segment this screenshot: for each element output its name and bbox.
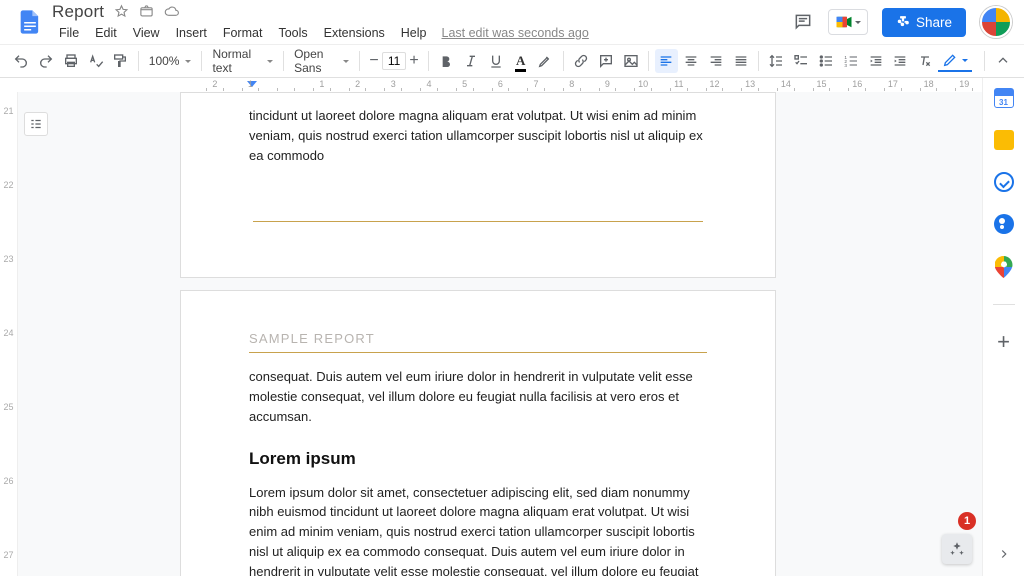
menu-help[interactable]: Help (394, 23, 434, 43)
share-label: Share (916, 15, 952, 30)
explore-icon[interactable] (942, 534, 972, 564)
explore-fab[interactable]: 1 (942, 512, 972, 564)
undo-icon[interactable] (10, 49, 33, 73)
menu-file[interactable]: File (52, 23, 86, 43)
align-justify-icon[interactable] (729, 49, 752, 73)
notification-badge: 1 (958, 512, 976, 530)
toolbar: 100% Normal text Open Sans − 11 + A 123 (0, 44, 1024, 78)
numbered-list-icon[interactable]: 123 (839, 49, 862, 73)
chevron-down-icon (267, 60, 273, 63)
bold-icon[interactable] (435, 49, 458, 73)
menu-edit[interactable]: Edit (88, 23, 124, 43)
chevron-down-icon (962, 59, 968, 62)
bulleted-list-icon[interactable] (815, 49, 838, 73)
chevron-down-icon (855, 21, 861, 24)
page-2[interactable]: SAMPLE REPORT consequat. Duis autem vel … (180, 290, 776, 576)
side-panel: + (982, 78, 1024, 576)
page-header[interactable]: SAMPLE REPORT (249, 331, 707, 346)
body-text[interactable]: tincidunt ut laoreet dolore magna aliqua… (249, 106, 707, 165)
outline-toggle-icon[interactable] (24, 112, 48, 136)
italic-icon[interactable] (460, 49, 483, 73)
align-left-icon[interactable] (655, 49, 678, 73)
chevron-down-icon (185, 60, 191, 63)
clear-format-icon[interactable] (914, 49, 937, 73)
menu-insert[interactable]: Insert (169, 23, 214, 43)
header-bar: Report File Edit View Insert Format Tool… (0, 0, 1024, 44)
insert-image-icon[interactable] (619, 49, 642, 73)
fontsize-value[interactable]: 11 (382, 52, 406, 70)
last-edit-link[interactable]: Last edit was seconds ago (442, 26, 589, 40)
zoom-select[interactable]: 100% (145, 51, 196, 71)
text-color-icon[interactable]: A (509, 49, 532, 73)
maps-icon[interactable] (995, 256, 1013, 278)
spellcheck-icon[interactable] (84, 49, 107, 73)
vertical-ruler[interactable]: 21222324252627 (0, 92, 18, 576)
doc-title[interactable]: Report (52, 2, 104, 22)
body-text[interactable]: consequat. Duis autem vel eum iriure dol… (249, 367, 707, 426)
underline-icon[interactable] (485, 49, 508, 73)
line-spacing-icon[interactable] (765, 49, 788, 73)
editing-mode-button[interactable] (938, 50, 972, 72)
move-icon[interactable] (139, 4, 154, 19)
collapse-toolbar-icon[interactable] (991, 49, 1014, 73)
menu-bar: File Edit View Insert Format Tools Exten… (52, 23, 589, 43)
align-center-icon[interactable] (680, 49, 703, 73)
fontsize-stepper[interactable]: − 11 + (366, 52, 422, 70)
document-workspace: 21222324252627 tincidunt ut laoreet dolo… (0, 92, 982, 576)
checklist-icon[interactable] (790, 49, 813, 73)
menu-view[interactable]: View (126, 23, 167, 43)
align-right-icon[interactable] (705, 49, 728, 73)
share-button[interactable]: Share (882, 8, 966, 37)
meet-button[interactable] (828, 9, 868, 35)
indent-decrease-icon[interactable] (864, 49, 887, 73)
calendar-icon[interactable] (994, 88, 1014, 108)
font-select[interactable]: Open Sans (290, 44, 353, 78)
docs-logo[interactable] (12, 4, 48, 40)
print-icon[interactable] (60, 49, 83, 73)
link-icon[interactable] (570, 49, 593, 73)
highlight-icon[interactable] (534, 49, 557, 73)
menu-format[interactable]: Format (216, 23, 270, 43)
page-1[interactable]: tincidunt ut laoreet dolore magna aliqua… (180, 92, 776, 278)
tasks-icon[interactable] (994, 172, 1014, 192)
paint-format-icon[interactable] (109, 49, 132, 73)
plus-icon[interactable]: + (406, 52, 422, 70)
menu-tools[interactable]: Tools (271, 23, 314, 43)
divider (993, 304, 1015, 305)
svg-text:3: 3 (844, 63, 847, 68)
cloud-status-icon[interactable] (164, 4, 179, 19)
add-comment-icon[interactable] (595, 49, 618, 73)
divider-line (249, 352, 707, 353)
redo-icon[interactable] (35, 49, 58, 73)
divider-line (253, 221, 703, 222)
keep-icon[interactable] (994, 130, 1014, 150)
star-icon[interactable] (114, 4, 129, 19)
comments-icon[interactable] (792, 11, 814, 33)
body-text[interactable]: Lorem ipsum dolor sit amet, consectetuer… (249, 483, 707, 576)
indent-increase-icon[interactable] (889, 49, 912, 73)
heading[interactable]: Lorem ipsum (249, 449, 707, 469)
avatar[interactable] (980, 6, 1012, 38)
chevron-down-icon (343, 60, 349, 63)
hide-sidepanel-icon[interactable] (997, 547, 1011, 566)
add-addon-icon[interactable]: + (997, 331, 1010, 353)
horizontal-ruler[interactable]: 2112345678910111213141516171819 (42, 78, 982, 92)
minus-icon[interactable]: − (366, 52, 382, 70)
menu-extensions[interactable]: Extensions (317, 23, 392, 43)
style-select[interactable]: Normal text (208, 44, 277, 78)
contacts-icon[interactable] (994, 214, 1014, 234)
